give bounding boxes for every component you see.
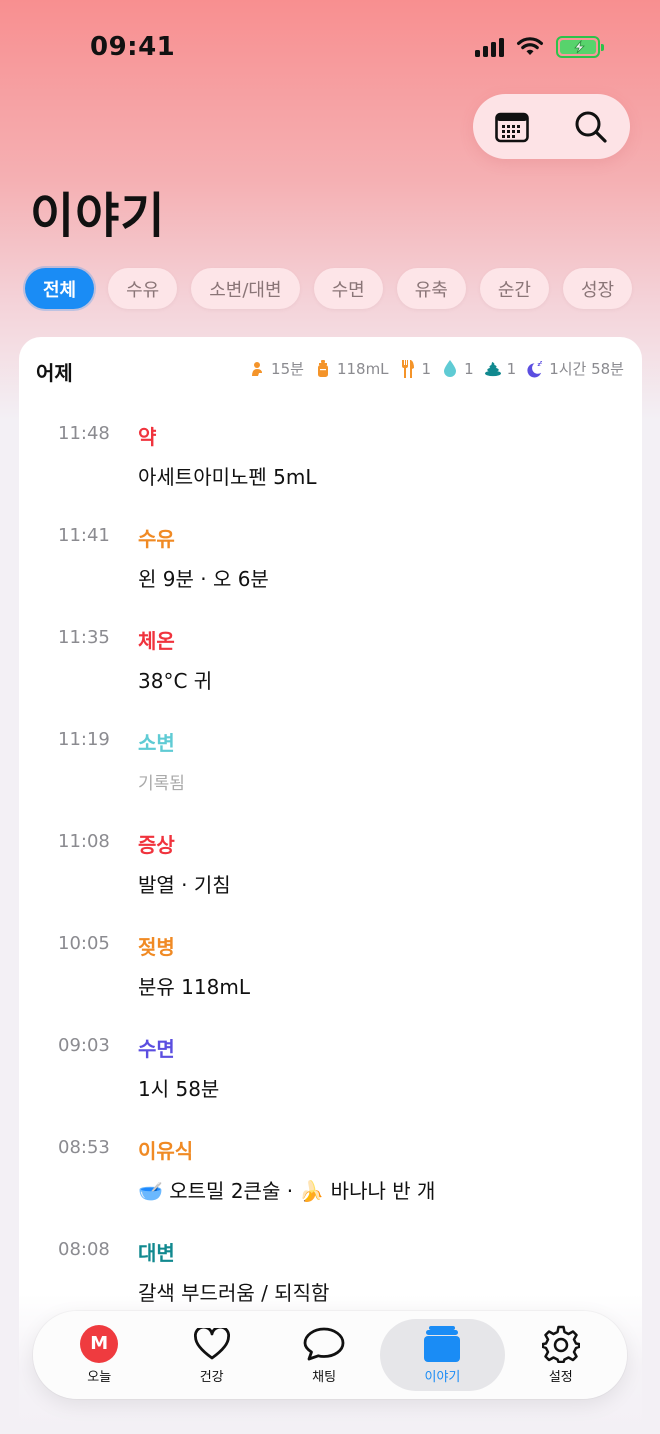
timeline-entry[interactable]: 11:41 수유 왼 9분 · 오 6분: [19, 519, 642, 621]
status-time: 09:41: [90, 32, 176, 62]
bottle-icon: [315, 360, 331, 378]
entry-detail: 1시 58분: [138, 1077, 220, 1101]
tab-chat[interactable]: 채팅: [268, 1319, 380, 1391]
timeline-entry[interactable]: 10:05 젖병 분유 118mL: [19, 927, 642, 1029]
timeline-entry[interactable]: 08:53 이유식 🥣 오트밀 2큰술 · 🍌 바나나 반 개: [19, 1131, 642, 1233]
fork-knife-icon: [400, 359, 416, 378]
tab-label: 건강: [199, 1369, 224, 1385]
status-icons: [475, 36, 604, 58]
filter-chip-sleep[interactable]: 수면: [313, 268, 383, 309]
day-card-header: 어제 15분 118mL 1 1 1 z z 1시간 58분: [19, 337, 642, 401]
timeline: 11:48 약 아세트아미노펜 5mL 11:41 수유 왼 9분 · 오 6분…: [19, 417, 642, 1335]
stack-icon: [424, 1325, 461, 1362]
page-title: 이야기: [30, 188, 166, 244]
tab-bar: M 오늘 건강 채팅 이야기 설정: [33, 1311, 627, 1399]
timeline-entry[interactable]: 11:08 증상 발열 · 기침: [19, 825, 642, 927]
filter-chip-all[interactable]: 전체: [25, 268, 95, 309]
summary-bottle: 118mL: [315, 360, 389, 378]
droplet-icon: [442, 360, 458, 378]
entry-category: 소변: [138, 731, 175, 755]
search-icon: [575, 111, 607, 143]
entry-time: 09:03: [58, 1035, 110, 1056]
search-button[interactable]: [566, 102, 616, 152]
filter-chip-growth[interactable]: 성장: [562, 268, 633, 309]
summary-sleep: zz 1시간 58분: [527, 358, 624, 379]
calendar-icon: [495, 112, 530, 142]
summary-urine: 1: [442, 360, 474, 378]
entry-time: 08:08: [58, 1239, 110, 1260]
entry-category: 대변: [138, 1241, 175, 1265]
tab-settings[interactable]: 설정: [505, 1319, 617, 1391]
filter-chip-pumping[interactable]: 유축: [396, 268, 466, 309]
wifi-icon: [517, 37, 543, 55]
cellular-signal-icon: [475, 37, 504, 57]
entry-category: 수유: [138, 527, 175, 551]
filter-chip-diaper[interactable]: 소변/대변: [191, 268, 300, 309]
chat-bubble-icon: [303, 1327, 345, 1360]
timeline-entry[interactable]: 11:19 소변 기록됨: [19, 723, 642, 825]
entry-category: 이유식: [138, 1139, 194, 1163]
tab-health[interactable]: 건강: [155, 1319, 267, 1391]
entry-detail: 발열 · 기침: [138, 873, 231, 897]
entry-time: 11:35: [58, 627, 110, 648]
heart-icon: [193, 1327, 230, 1359]
timeline-entry[interactable]: 11:35 체온 38°C 귀: [19, 621, 642, 723]
breastfeeding-icon: [249, 360, 265, 378]
entry-time: 11:19: [58, 729, 110, 750]
entry-time: 11:08: [58, 831, 110, 852]
summary-solids: 1: [400, 359, 431, 378]
filter-chip-feeding[interactable]: 수유: [108, 268, 178, 309]
day-label: 어제: [36, 361, 73, 385]
svg-text:z: z: [540, 360, 543, 364]
day-card: 어제 15분 118mL 1 1 1 z z 1시간 58분 11:48 약 아…: [19, 337, 642, 1434]
entry-detail: 기록됨: [138, 774, 185, 794]
entry-time: 08:53: [58, 1137, 110, 1158]
entry-category: 증상: [138, 833, 175, 857]
tab-stories[interactable]: 이야기: [380, 1319, 505, 1391]
entry-time: 11:41: [58, 525, 110, 546]
moon-sleep-icon: zz: [527, 360, 543, 378]
entry-category: 젖병: [138, 935, 175, 959]
entry-category: 체온: [138, 629, 175, 653]
filter-chip-moments[interactable]: 순간: [479, 268, 549, 309]
status-bar: 09:41: [0, 0, 660, 96]
entry-detail: 갈색 부드러움 / 되직함: [138, 1281, 330, 1305]
entry-detail: 🥣 오트밀 2큰술 · 🍌 바나나 반 개: [138, 1179, 436, 1203]
entry-detail: 왼 9분 · 오 6분: [138, 567, 269, 591]
summary-breastfeeding: 15분: [249, 358, 304, 379]
timeline-entry[interactable]: 11:48 약 아세트아미노펜 5mL: [19, 417, 642, 519]
tab-label: 채팅: [312, 1369, 337, 1385]
timeline-entry[interactable]: 09:03 수면 1시 58분: [19, 1029, 642, 1131]
calendar-button[interactable]: [487, 102, 537, 152]
tab-label: 이야기: [424, 1369, 461, 1385]
entry-time: 10:05: [58, 933, 110, 954]
entry-category: 수면: [138, 1037, 175, 1061]
tab-label: 오늘: [87, 1369, 112, 1385]
stool-icon: [484, 360, 501, 378]
day-summary: 15분 118mL 1 1 1 z z 1시간 58분: [249, 358, 624, 379]
top-actions: [473, 94, 630, 159]
summary-stool: 1: [484, 360, 516, 378]
tab-today[interactable]: M 오늘: [43, 1319, 155, 1391]
entry-detail: 아세트아미노펜 5mL: [138, 465, 317, 489]
gear-icon: [541, 1325, 580, 1363]
entry-time: 11:48: [58, 423, 110, 444]
avatar-icon: M: [80, 1324, 119, 1363]
entry-category: 약: [138, 425, 157, 449]
battery-charging-icon: [556, 36, 604, 58]
entry-detail: 분유 118mL: [138, 975, 250, 999]
tab-label: 설정: [548, 1369, 573, 1385]
entry-detail: 38°C 귀: [138, 669, 213, 693]
filter-chips: 전체 수유 소변/대변 수면 유축 순간 성장: [25, 268, 633, 309]
